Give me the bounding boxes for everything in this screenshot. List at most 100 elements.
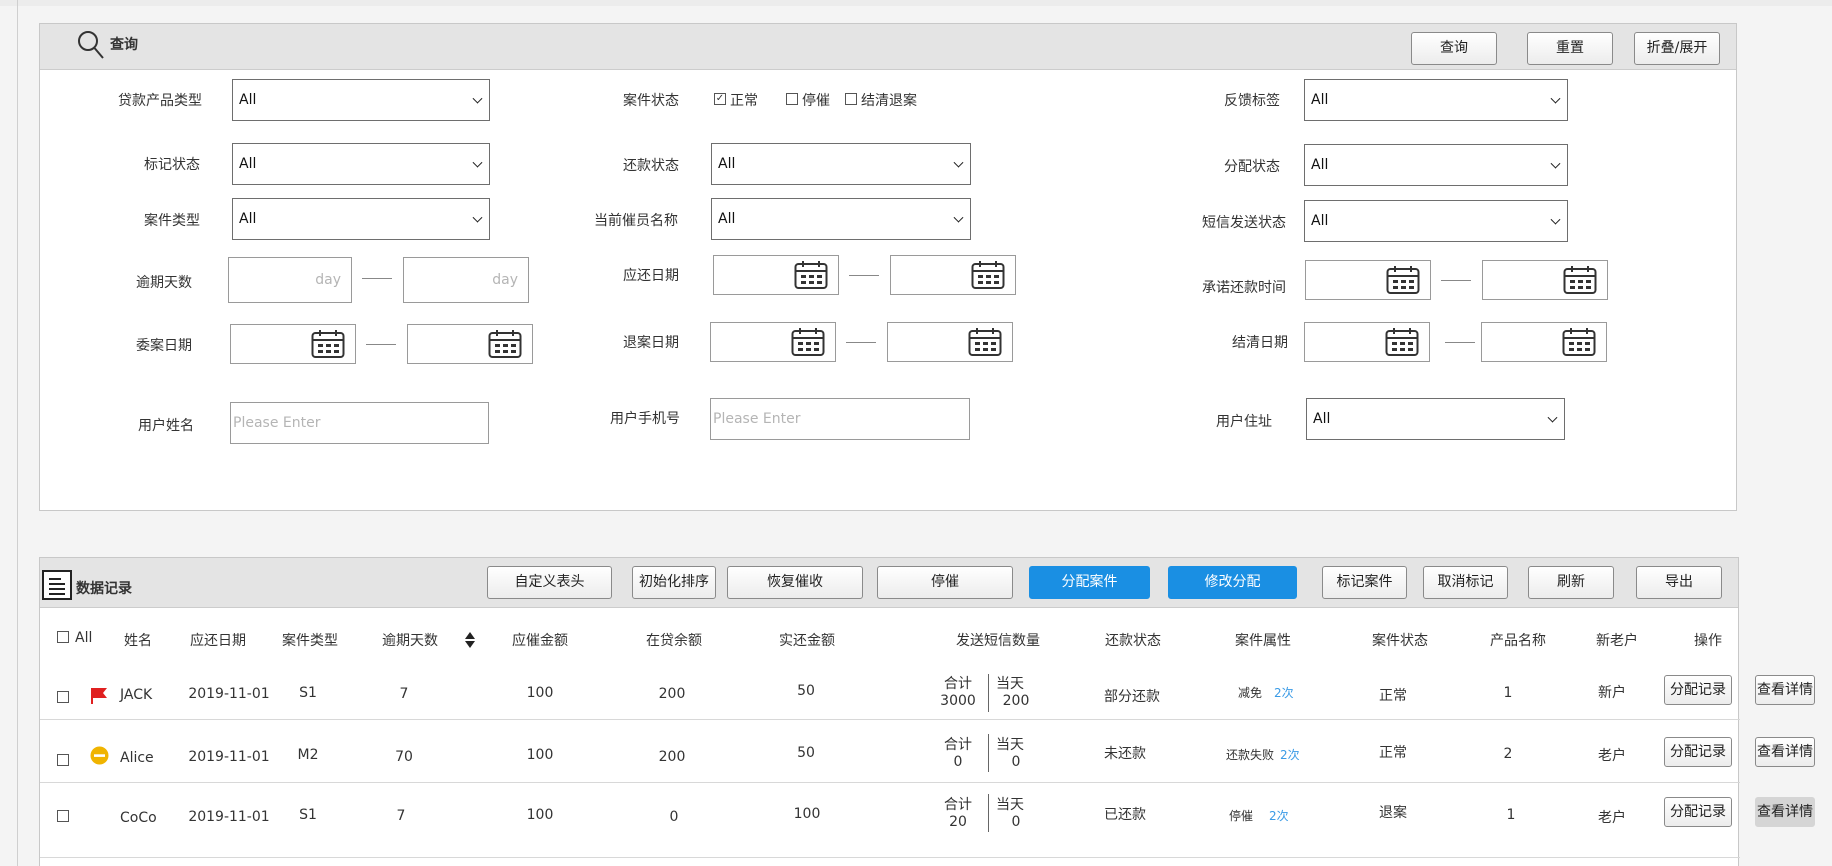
unmark-button[interactable]: 取消标记 [1423,566,1508,599]
records-panel: 数据记录 自定义表头 初始化排序 恢复催收 停催 分配案件 修改分配 标记案件 … [39,557,1815,866]
user-phone-label: 用户手机号 [610,411,680,427]
promise-date-end-input[interactable] [1482,260,1608,300]
calendar-icon[interactable] [1562,327,1596,357]
col-ops: 操作 [1694,633,1722,649]
calendar-icon[interactable] [971,260,1005,290]
col-case-type: 案件类型 [282,633,338,649]
case-status-paused-checkbox[interactable] [786,93,798,105]
mark-status-select[interactable]: All [232,143,490,185]
promise-date-start-input[interactable] [1305,260,1431,300]
feedback-tag-select[interactable]: All [1304,79,1568,121]
case-status-normal-label: 正常 [730,93,758,109]
calendar-icon[interactable] [1385,327,1419,357]
range-dash [1445,342,1475,343]
custom-header-button[interactable]: 自定义表头 [487,566,612,599]
left-divider [17,0,18,866]
reset-sort-button[interactable]: 初始化排序 [632,566,716,599]
chevron-down-icon [472,157,483,168]
assign-status-select[interactable]: All [1304,144,1568,186]
view-detail-button[interactable]: 查看详情 [1755,675,1815,705]
calendar-icon[interactable] [311,329,345,359]
reset-button[interactable]: 重置 [1527,32,1613,65]
case-status-settled-checkbox[interactable] [845,93,857,105]
assign-log-button[interactable]: 分配记录 [1664,797,1732,827]
export-button[interactable]: 导出 [1636,566,1722,599]
due-date-start-input[interactable] [713,255,839,295]
col-due-date: 应还日期 [190,633,246,649]
case-status-normal-checkbox[interactable]: ✓ [714,93,726,105]
row-checkbox[interactable] [57,691,69,703]
col-repaid: 实还金额 [779,633,835,649]
settle-date-end-input[interactable] [1481,322,1607,362]
user-phone-input[interactable]: Please Enter [710,398,970,440]
calendar-icon[interactable] [1386,265,1420,295]
range-dash [849,275,879,276]
user-name-input[interactable]: Please Enter [230,402,489,444]
select-all-checkbox[interactable] [57,631,69,643]
col-attr: 案件属性 [1235,633,1291,649]
repay-status-select[interactable]: All [711,143,971,185]
overdue-days-label: 逾期天数 [136,275,192,291]
sms-status-select[interactable]: All [1304,200,1568,242]
overdue-days-max-input[interactable]: day [403,257,529,303]
user-address-select[interactable]: All [1306,398,1565,440]
row-checkbox[interactable] [57,810,69,822]
entrust-date-end-input[interactable] [407,324,533,364]
toggle-button[interactable]: 折叠/展开 [1634,32,1720,65]
assign-log-button[interactable]: 分配记录 [1664,675,1732,705]
calendar-icon[interactable] [1563,265,1597,295]
mark-case-button[interactable]: 标记案件 [1322,566,1407,599]
col-sms-count: 发送短信数量 [956,633,1040,649]
settle-date-start-input[interactable] [1304,322,1430,362]
attr-count-link[interactable]: 2次 [1280,746,1300,763]
minus-circle-icon [90,746,109,765]
attr-count-link[interactable]: 2次 [1274,684,1294,701]
col-case-status: 案件状态 [1372,633,1428,649]
due-date-end-input[interactable] [890,255,1016,295]
chevron-down-icon [472,93,483,104]
red-flag-icon [91,688,107,704]
overdue-days-min-input[interactable]: day [228,257,352,303]
settle-date-label: 结清日期 [1232,335,1288,351]
sms-status-label: 短信发送状态 [1202,215,1286,231]
row-checkbox[interactable] [57,754,69,766]
chevron-down-icon [1550,158,1561,169]
top-strip [0,0,1832,6]
chevron-down-icon [953,212,964,223]
modify-assign-button[interactable]: 修改分配 [1168,566,1297,599]
case-type-select[interactable]: All [232,198,490,240]
view-detail-button[interactable]: 查看详情 [1755,737,1815,767]
calendar-icon[interactable] [488,329,522,359]
calendar-icon[interactable] [791,327,825,357]
attr-count-link[interactable]: 2次 [1269,807,1289,824]
col-due-amount: 应催金额 [512,633,568,649]
pause-collection-button[interactable]: 停催 [877,566,1013,599]
feedback-tag-label: 反馈标签 [1224,93,1280,109]
calendar-icon[interactable] [794,260,828,290]
refresh-button[interactable]: 刷新 [1528,566,1614,599]
user-address-label: 用户住址 [1216,414,1272,430]
assign-log-button[interactable]: 分配记录 [1664,737,1732,767]
sort-icon[interactable] [464,631,476,649]
user-name-label: 用户姓名 [138,418,194,434]
case-status-settled-label: 结清退案 [861,93,917,109]
withdraw-date-start-input[interactable] [710,322,836,362]
collector-name-label: 当前催员名称 [594,213,678,229]
view-detail-button[interactable]: 查看详情 [1755,797,1815,827]
entrust-date-start-input[interactable] [230,324,356,364]
search-button[interactable]: 查询 [1411,32,1497,65]
resume-collection-button[interactable]: 恢复催收 [727,566,863,599]
case-status-label: 案件状态 [623,93,679,109]
col-customer: 新老户 [1596,633,1638,649]
col-product: 产品名称 [1490,633,1546,649]
calendar-icon[interactable] [968,327,1002,357]
withdraw-date-end-input[interactable] [887,322,1013,362]
promise-date-label: 承诺还款时间 [1202,280,1286,296]
loan-product-type-select[interactable]: All [232,79,490,121]
col-balance: 在贷余额 [646,633,702,649]
assign-case-button[interactable]: 分配案件 [1029,566,1150,599]
collector-name-select[interactable]: All [711,198,971,240]
case-status-paused-label: 停催 [802,93,830,109]
range-dash [1441,280,1471,281]
col-all: All [75,630,93,646]
